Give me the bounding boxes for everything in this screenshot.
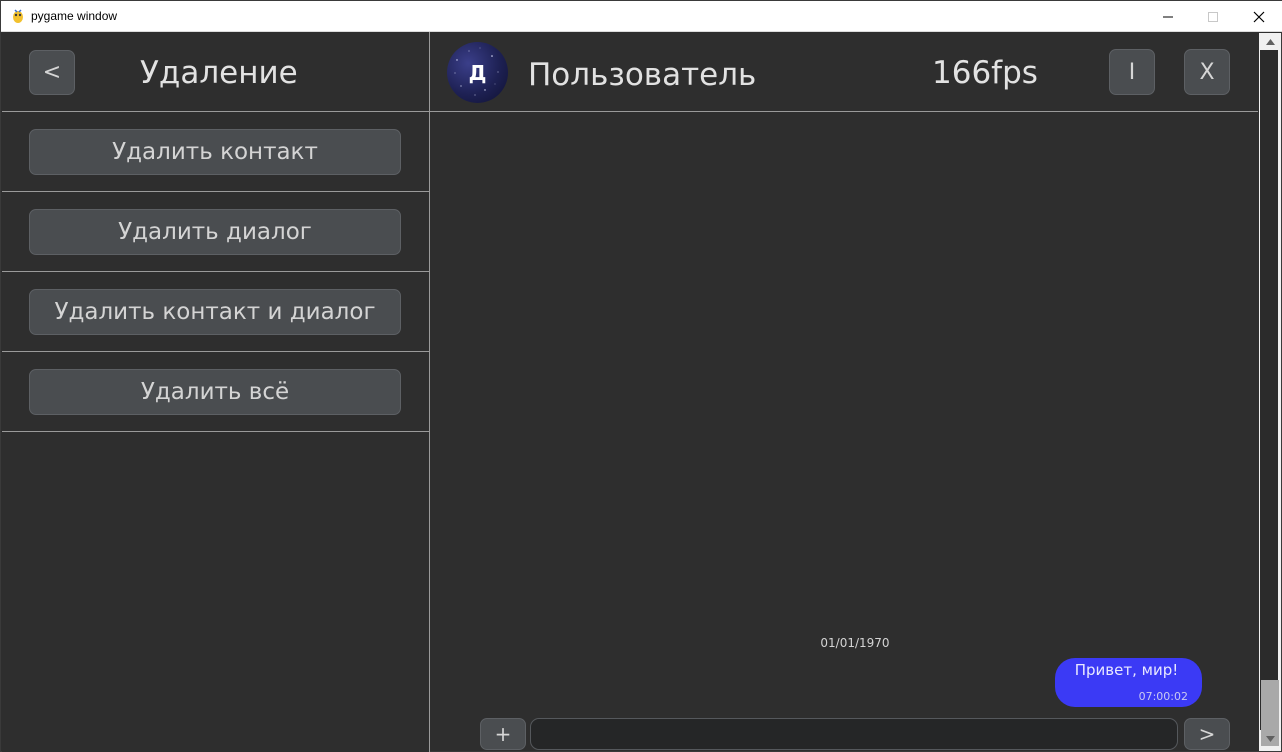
pygame-snake-icon	[13, 9, 23, 23]
fps-counter: 166fps	[932, 55, 1038, 91]
back-button[interactable]: <	[29, 50, 75, 95]
delete-contact-and-dialog-button[interactable]: Удалить контакт и диалог	[29, 289, 401, 335]
delete-panel-header: < Удаление	[2, 32, 429, 112]
date-separator: 01/01/1970	[820, 636, 890, 650]
window-title: pygame window	[31, 9, 118, 23]
close-window-button[interactable]	[1236, 1, 1282, 32]
title-bar: pygame window	[1, 1, 1282, 32]
messages-area: 01/01/1970 Привет, мир! 07:00:02	[430, 112, 1258, 712]
info-button[interactable]: I	[1109, 49, 1155, 95]
minimize-button[interactable]	[1145, 1, 1191, 32]
send-button[interactable]: >	[1184, 718, 1230, 750]
minimize-icon	[1163, 16, 1173, 17]
maximize-icon	[1208, 11, 1218, 22]
delete-contact-button[interactable]: Удалить контакт	[29, 129, 401, 175]
message-input[interactable]	[530, 718, 1178, 750]
message-time: 07:00:02	[1138, 690, 1188, 703]
menu-row-delete-contact-and-dialog: Удалить контакт и диалог	[2, 272, 429, 352]
close-icon	[1253, 11, 1265, 22]
chat-header: Д Пользователь 166fps I X	[430, 32, 1258, 112]
menu-row-delete-dialog: Удалить диалог	[2, 192, 429, 272]
attach-button[interactable]: +	[480, 718, 526, 750]
message-bubble[interactable]: Привет, мир! 07:00:02	[1055, 658, 1202, 707]
scrollbar[interactable]	[1259, 33, 1281, 751]
maximize-button[interactable]	[1190, 1, 1236, 32]
delete-dialog-button[interactable]: Удалить диалог	[29, 209, 401, 255]
scroll-down-button[interactable]	[1259, 730, 1281, 747]
triangle-down-icon	[1265, 735, 1275, 742]
app-window: pygame window < Удаление Удалить контакт…	[0, 0, 1282, 752]
scroll-up-button[interactable]	[1259, 33, 1281, 50]
page-title: Удаление	[140, 55, 298, 91]
avatar-letter: Д	[468, 60, 487, 85]
close-chat-button[interactable]: X	[1184, 49, 1230, 95]
scroll-track[interactable]	[1260, 50, 1279, 746]
triangle-up-icon	[1265, 38, 1275, 45]
message-text: Привет, мир!	[1074, 661, 1179, 679]
contact-name: Пользователь	[528, 57, 757, 93]
menu-row-delete-contact: Удалить контакт	[2, 112, 429, 192]
delete-panel: < Удаление Удалить контакт Удалить диало…	[2, 32, 429, 752]
menu-row-delete-all: Удалить всё	[2, 352, 429, 432]
delete-all-button[interactable]: Удалить всё	[29, 369, 401, 415]
avatar[interactable]: Д	[447, 42, 508, 103]
